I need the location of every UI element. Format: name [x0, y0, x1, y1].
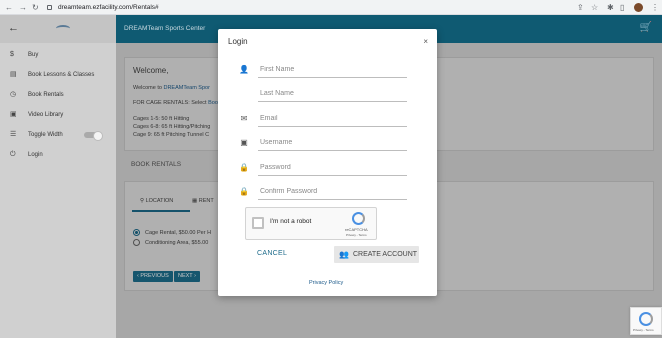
power-icon: ⏻	[10, 151, 16, 158]
last-name-field[interactable]	[258, 86, 407, 102]
recaptcha-logo-icon	[639, 312, 653, 326]
extensions-icon[interactable]: ✱	[607, 2, 614, 13]
lock-icon	[47, 4, 52, 10]
sidebar: ← $ Buy ▤ Book Lessons & Classes ◷ Book Ren…	[0, 15, 116, 338]
lock-icon: 🔒	[239, 187, 249, 196]
sidebar-item-lessons[interactable]: ▤ Book Lessons & Classes	[10, 69, 116, 81]
app-title: DREAMTeam Sports Center	[124, 25, 206, 32]
first-name-field[interactable]	[258, 62, 407, 78]
book-icon: ▤	[10, 71, 17, 78]
email-input[interactable]	[258, 111, 407, 125]
create-account-label: CREATE ACCOUNT	[353, 251, 418, 258]
add-person-icon: 👤	[239, 65, 249, 74]
sidebar-item-login[interactable]: ⏻ Login	[10, 149, 116, 161]
mail-icon: ✉	[240, 114, 248, 123]
username-field[interactable]	[258, 135, 407, 151]
list-icon: ☰	[10, 131, 17, 138]
forward-icon[interactable]: →	[19, 2, 27, 13]
recaptcha-badge-links[interactable]: Privacy - Terms	[633, 328, 654, 332]
arrow-left-icon[interactable]: ←	[8, 22, 19, 34]
sidebar-item-label: Toggle Width	[28, 132, 63, 138]
password-field[interactable]	[258, 160, 407, 176]
sidebar-item-label: Book Rentals	[28, 92, 64, 98]
create-account-button[interactable]: 👥 CREATE ACCOUNT	[334, 246, 419, 263]
recaptcha-brand: reCAPTCHA	[345, 227, 368, 232]
login-dialog: Login × 👤 ✉ ▣ 🔒 🔒 I'm not a robot reCAPT…	[218, 29, 437, 296]
lock-icon: 🔒	[239, 163, 249, 172]
confirm-password-field[interactable]	[258, 184, 407, 200]
recaptcha-logo-icon	[352, 212, 365, 225]
sidebar-header: ←	[0, 15, 116, 43]
recaptcha-badge[interactable]: Privacy - Terms	[630, 307, 662, 335]
sidebar-item-label: Buy	[28, 52, 39, 58]
recaptcha-widget: I'm not a robot reCAPTCHA Privacy - Term…	[245, 207, 377, 240]
browser-toolbar: ← → ↻ dreamteam.ezfacility.com/Rentals# …	[0, 0, 662, 15]
dialog-title: Login	[228, 37, 248, 46]
sidebar-item-rentals[interactable]: ◷ Book Rentals	[10, 89, 116, 101]
menu-icon[interactable]: ⋮	[651, 2, 659, 13]
sidebar-item-toggle-width[interactable]: ☰ Toggle Width	[10, 129, 116, 141]
video-icon: ▣	[10, 111, 17, 118]
clock-icon: ◷	[10, 91, 17, 98]
username-input[interactable]	[258, 135, 407, 149]
reload-icon[interactable]: ↻	[32, 2, 39, 13]
sidebar-item-buy[interactable]: $ Buy	[10, 49, 116, 61]
id-card-icon: ▣	[240, 138, 248, 147]
password-input[interactable]	[258, 160, 407, 174]
share-icon[interactable]: ⇪	[577, 2, 584, 13]
sidepanel-icon[interactable]: ▯	[620, 2, 624, 13]
confirm-password-input[interactable]	[258, 184, 407, 198]
logo	[56, 25, 70, 32]
cancel-button[interactable]: CANCEL	[257, 250, 287, 257]
last-name-input[interactable]	[258, 86, 407, 100]
recaptcha-checkbox[interactable]	[252, 217, 264, 229]
width-toggle[interactable]	[84, 131, 103, 141]
address-bar[interactable]: dreamteam.ezfacility.com/Rentals#	[47, 2, 577, 13]
privacy-policy-link[interactable]: Privacy Policy	[309, 280, 343, 286]
back-icon[interactable]: ←	[5, 2, 13, 13]
close-icon[interactable]: ×	[423, 37, 428, 46]
sidebar-item-label: Video Library	[28, 112, 64, 118]
recaptcha-label: I'm not a robot	[270, 218, 312, 225]
first-name-input[interactable]	[258, 62, 407, 76]
sidebar-item-label: Login	[28, 152, 43, 158]
dollar-icon: $	[10, 51, 14, 58]
email-field[interactable]	[258, 111, 407, 127]
recaptcha-links[interactable]: Privacy - Terms	[346, 233, 367, 237]
star-icon[interactable]: ☆	[591, 2, 598, 13]
sidebar-item-label: Book Lessons & Classes	[28, 72, 95, 78]
profile-avatar[interactable]	[634, 3, 643, 12]
add-person-icon: 👥	[339, 250, 349, 259]
cart-icon[interactable]: 🛒	[640, 22, 652, 33]
sidebar-item-video[interactable]: ▣ Video Library	[10, 109, 116, 121]
url-text: dreamteam.ezfacility.com/Rentals#	[58, 4, 159, 11]
